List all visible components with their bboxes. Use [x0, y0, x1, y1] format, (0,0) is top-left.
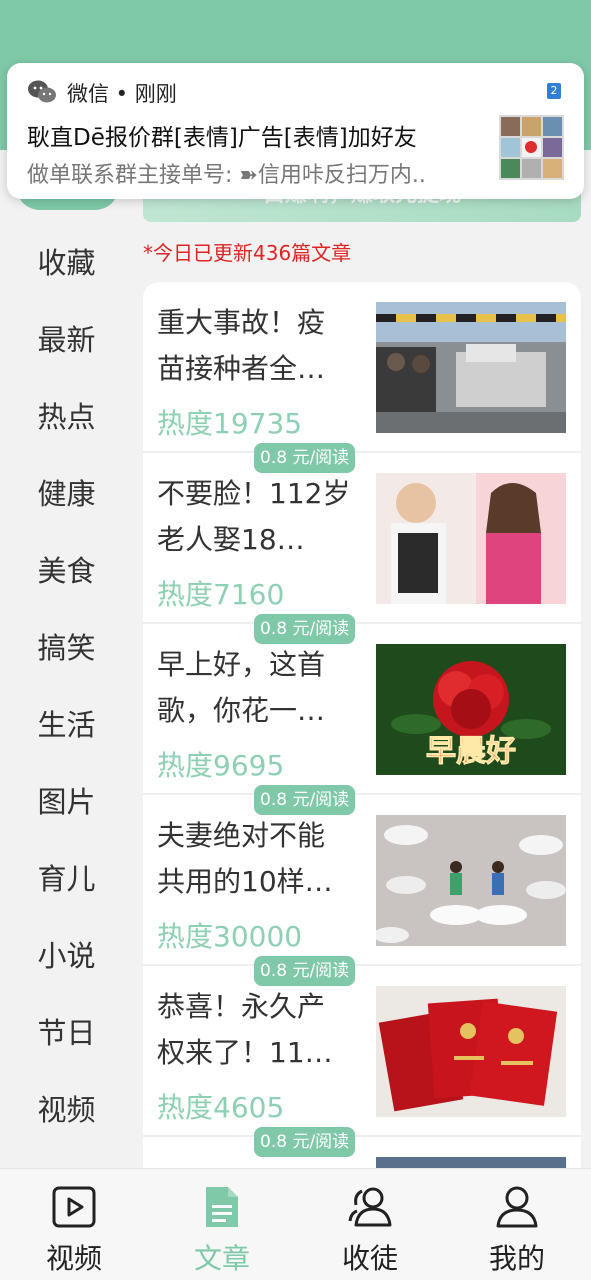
group-avatar-icon — [499, 115, 564, 180]
nav-label-apprentice: 收徒 — [341, 1242, 398, 1275]
notification-badge: 2 — [547, 83, 561, 99]
category-sidebar: 收藏 最新 热点 健康 美食 搞笑 生活 图片 育儿 小说 节日 视频 — [0, 150, 133, 1168]
article-list: 重大事故！疫苗接种者全… 热度19735 0.8 元/阅读 不要脸！112岁老人… — [143, 282, 581, 1168]
notification-app-name: 微信 • 刚刚 — [67, 82, 177, 106]
article-heat: 热度30000 — [157, 920, 303, 953]
sidebar-item-hot[interactable]: 热点 — [0, 394, 133, 436]
article-title: 重大事故！疫苗接种者全… — [157, 306, 326, 385]
article-card[interactable]: 0.8 元/阅读 早上好，这首歌，你花一… 热度9695 早晨好 — [143, 614, 581, 795]
price-badge: 0.8 元/阅读 — [254, 614, 356, 644]
sidebar-item-novels[interactable]: 小说 — [0, 933, 133, 975]
sidebar-item-festivals[interactable]: 节日 — [0, 1010, 133, 1052]
price-badge: 0.8 元/阅读 — [254, 785, 356, 815]
sidebar-item-pictures[interactable]: 图片 — [0, 779, 133, 821]
article-heat: 热度19735 — [157, 407, 303, 440]
sidebar-item-life[interactable]: 生活 — [0, 702, 133, 744]
wechat-icon — [27, 79, 57, 105]
sidebar-item-videos[interactable]: 视频 — [0, 1087, 133, 1129]
nav-tab-video[interactable]: 视频 — [0, 1169, 148, 1280]
article-card[interactable]: 重大事故！疫苗接种者全… 热度19735 — [143, 282, 581, 453]
price-badge: 0.8 元/阅读 — [254, 1127, 356, 1157]
article-heat: 热度4605 — [157, 1091, 285, 1124]
elderly-couple-thumbnail — [376, 473, 566, 604]
sidebar-item-food[interactable]: 美食 — [0, 548, 133, 590]
article-icon — [200, 1185, 244, 1229]
app-screen: 收藏 最新 热点 健康 美食 搞笑 生活 图片 育儿 小说 节日 视频 白赚啊，… — [0, 0, 591, 1280]
wechat-notification[interactable]: 微信 • 刚刚 2 耿直Dē报价群[表情]广告[表情]加好友 做单联系群主接单号… — [7, 63, 584, 199]
nav-tab-profile[interactable]: 我的 — [443, 1169, 591, 1280]
apprentice-icon — [348, 1185, 392, 1229]
article-title: 早上好，这首歌，你花一… — [157, 648, 326, 727]
sidebar-item-parenting[interactable]: 育儿 — [0, 856, 133, 898]
notification-body: 做单联系群主接单号: ➽信用咔反扫万内.. — [27, 163, 426, 188]
price-badge: 0.8 元/阅读 — [254, 443, 356, 473]
bottom-navigation: 视频 文章 收徒 我的 — [0, 1168, 591, 1280]
pills-couple-thumbnail — [376, 815, 566, 946]
sidebar-item-health[interactable]: 健康 — [0, 471, 133, 513]
article-title: 夫妻绝对不能共用的10样… — [157, 819, 333, 898]
article-title: 不要脸！112岁老人娶18… — [157, 477, 351, 556]
article-card[interactable]: 0.8 元/阅读 不要脸！112岁老人娶18… 热度7160 — [143, 443, 581, 624]
nav-label-profile: 我的 — [488, 1242, 545, 1275]
article-heat: 热度9695 — [157, 749, 285, 782]
article-card[interactable]: 0.8 元/阅读 恭喜！永久产权来了！11… 热度4605 — [143, 956, 581, 1137]
article-card[interactable]: 0.8 元/阅读 夫妻绝对不能共用的10样… 热度30000 — [143, 785, 581, 966]
property-certificates-thumbnail — [376, 986, 566, 1117]
article-heat: 热度7160 — [157, 578, 285, 611]
article-title: 恭喜！永久产权来了！11… — [157, 990, 333, 1069]
red-rose-thumbnail: 早晨好 — [376, 644, 566, 775]
accident-scene-thumbnail — [376, 302, 566, 433]
profile-icon — [495, 1185, 539, 1229]
article-content: 白赚啊，赚取先提现 *今日已更新436篇文章 重大事故！疫苗接种者全… 热度19… — [133, 150, 591, 1168]
sidebar-item-latest[interactable]: 最新 — [0, 317, 133, 359]
nav-tab-apprentice[interactable]: 收徒 — [296, 1169, 444, 1280]
thumbnail-caption: 早晨好 — [426, 734, 516, 769]
price-badge: 0.8 元/阅读 — [254, 956, 356, 986]
partial-thumbnail — [376, 1157, 566, 1168]
nav-label-articles: 文章 — [193, 1242, 250, 1275]
notification-title: 耿直Dē报价群[表情]广告[表情]加好友 — [27, 125, 417, 151]
article-card[interactable]: 0.8 元/阅读 — [143, 1127, 581, 1168]
sidebar-item-funny[interactable]: 搞笑 — [0, 625, 133, 667]
sidebar-item-favorites[interactable]: 收藏 — [0, 240, 133, 282]
update-notice: *今日已更新436篇文章 — [143, 241, 352, 265]
nav-label-video: 视频 — [45, 1242, 102, 1275]
video-icon — [52, 1185, 96, 1229]
nav-tab-articles[interactable]: 文章 — [148, 1169, 296, 1280]
